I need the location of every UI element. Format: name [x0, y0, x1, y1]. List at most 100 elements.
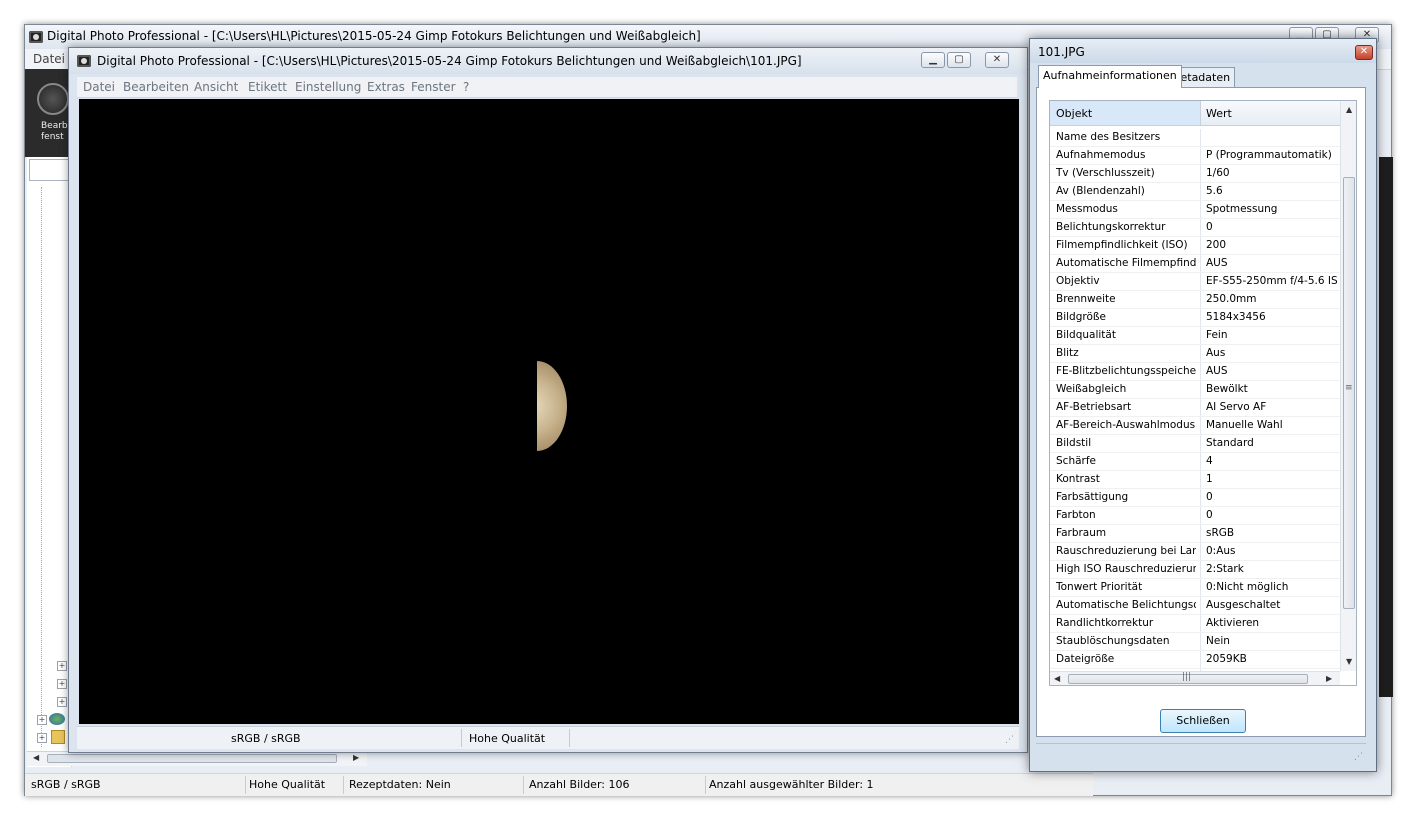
- table-row[interactable]: Aufnahmemodus P (Programmautomatik): [1050, 147, 1340, 165]
- menu-bearbeiten[interactable]: Bearbeiten: [123, 80, 189, 94]
- moon-image: [537, 361, 567, 451]
- menu-help[interactable]: ?: [463, 80, 469, 94]
- close-button[interactable]: ✕: [985, 52, 1009, 68]
- scroll-thumb[interactable]: [1343, 177, 1355, 609]
- image-window: Digital Photo Professional - [C:\Users\H…: [68, 47, 1028, 753]
- cell-divider: [1200, 237, 1201, 254]
- row-object: Belichtungskorrektur: [1056, 221, 1166, 233]
- table-row[interactable]: Farbraum sRGB: [1050, 525, 1340, 543]
- close-x-icon[interactable]: ✕: [1355, 45, 1373, 60]
- tab-aufnahmeinformationen[interactable]: Aufnahmeinformationen: [1038, 65, 1182, 88]
- row-value: AUS: [1206, 365, 1228, 377]
- table-row[interactable]: Farbsättigung 0: [1050, 489, 1340, 507]
- table-row[interactable]: Av (Blendenzahl) 5.6: [1050, 183, 1340, 201]
- row-value: P (Programmautomatik): [1206, 149, 1332, 161]
- cell-divider: [1200, 183, 1201, 200]
- menu-fenster[interactable]: Fenster: [411, 80, 456, 94]
- table-row[interactable]: Automatische Belichtungso... Ausgeschalte…: [1050, 597, 1340, 615]
- arrow-right-icon[interactable]: ▶: [353, 753, 359, 762]
- table-row[interactable]: Kontrast 1: [1050, 471, 1340, 489]
- close-button[interactable]: Schließen: [1160, 709, 1246, 733]
- scroll-thumb[interactable]: [47, 754, 337, 763]
- table-row[interactable]: Belichtungskorrektur 0: [1050, 219, 1340, 237]
- menu-etikett[interactable]: Etikett: [248, 80, 287, 94]
- expand-icon[interactable]: +: [57, 661, 67, 671]
- grid-hscrollbar[interactable]: ◀ ||| ▶: [1050, 671, 1340, 685]
- table-row[interactable]: Bildqualität Fein: [1050, 327, 1340, 345]
- arrow-left-icon[interactable]: ◀: [1054, 674, 1060, 683]
- table-row[interactable]: Blitz Aus: [1050, 345, 1340, 363]
- folder-tree[interactable]: [27, 157, 72, 767]
- row-value: 0: [1206, 509, 1213, 521]
- status-separator: [569, 729, 570, 747]
- menu-extras[interactable]: Extras: [367, 80, 405, 94]
- table-row[interactable]: AF-Betriebsart AI Servo AF: [1050, 399, 1340, 417]
- row-value: sRGB: [1206, 527, 1235, 539]
- cell-divider: [1200, 255, 1201, 272]
- table-row[interactable]: Weißabgleich Bewölkt: [1050, 381, 1340, 399]
- row-value: Standard: [1206, 437, 1254, 449]
- row-object: Filmempfindlichkeit (ISO): [1056, 239, 1188, 251]
- row-value: Fein: [1206, 329, 1228, 341]
- table-row[interactable]: Messmodus Spotmessung: [1050, 201, 1340, 219]
- table-row[interactable]: Filmempfindlichkeit (ISO) 200: [1050, 237, 1340, 255]
- arrow-left-icon[interactable]: ◀: [33, 753, 39, 762]
- table-row[interactable]: Staublöschungsdaten Nein: [1050, 633, 1340, 651]
- table-row[interactable]: Rauschreduzierung bei Lan... 0:Aus: [1050, 543, 1340, 561]
- exif-grid[interactable]: Objekt Wert Name des Besitzers Aufnahmemo…: [1049, 100, 1357, 686]
- table-row[interactable]: Bildstil Standard: [1050, 435, 1340, 453]
- minimize-button[interactable]: ▁: [921, 52, 945, 68]
- maximize-button[interactable]: ▢: [947, 52, 971, 68]
- table-row[interactable]: High ISO Rauschreduzierung 2:Stark: [1050, 561, 1340, 579]
- row-object: Brennweite: [1056, 293, 1116, 305]
- cell-divider: [1200, 381, 1201, 398]
- table-row[interactable]: Dateigröße 2059KB: [1050, 651, 1340, 669]
- expand-icon[interactable]: +: [37, 715, 47, 725]
- table-row[interactable]: Name des Besitzers: [1050, 129, 1340, 147]
- expand-icon[interactable]: +: [37, 733, 47, 743]
- cell-divider: [1200, 363, 1201, 380]
- table-row[interactable]: Tv (Verschlusszeit) 1/60: [1050, 165, 1340, 183]
- menu-datei[interactable]: Datei: [83, 80, 115, 94]
- expand-icon[interactable]: +: [57, 679, 67, 689]
- image-status-quality: Hohe Qualität: [469, 732, 546, 745]
- row-value: 0: [1206, 491, 1213, 503]
- table-row[interactable]: Randlichtkorrektur Aktivieren: [1050, 615, 1340, 633]
- table-row[interactable]: Brennweite 250.0mm: [1050, 291, 1340, 309]
- table-row[interactable]: Schärfe 4: [1050, 453, 1340, 471]
- main-statusbar: sRGB / sRGB Hohe Qualität Rezeptdaten: N…: [25, 773, 1093, 796]
- resize-grip-icon[interactable]: ⋰: [1354, 752, 1363, 762]
- tree-hscrollbar[interactable]: ◀ ▶: [27, 751, 367, 766]
- row-value: 2:Stark: [1206, 563, 1244, 575]
- arrow-down-icon[interactable]: ▼: [1346, 657, 1352, 666]
- row-object: Staublöschungsdaten: [1056, 635, 1170, 647]
- status-separator: [343, 776, 344, 794]
- table-row[interactable]: AF-Bereich-Auswahlmodus Manuelle Wahl: [1050, 417, 1340, 435]
- table-row[interactable]: Automatische Filmempfindli... AUS: [1050, 255, 1340, 273]
- menu-datei[interactable]: Datei: [33, 52, 65, 66]
- table-row[interactable]: FE-Blitzbelichtungsspeicher... AUS: [1050, 363, 1340, 381]
- column-header-value[interactable]: Wert: [1206, 107, 1232, 120]
- expand-icon[interactable]: +: [57, 697, 67, 707]
- image-menubar: Datei Bearbeiten Ansicht Etikett Einstel…: [77, 77, 1017, 98]
- grid-vscrollbar[interactable]: ▲ ≡ ▼: [1340, 101, 1356, 671]
- image-canvas[interactable]: [79, 99, 1019, 724]
- menu-ansicht[interactable]: Ansicht: [194, 80, 238, 94]
- status-selected-count: Anzahl ausgewählter Bilder: 1: [709, 778, 874, 791]
- cell-divider: [1200, 417, 1201, 434]
- column-header-object[interactable]: Objekt: [1056, 107, 1092, 120]
- resize-grip-icon[interactable]: ⋰: [1005, 735, 1014, 745]
- folder-search-input[interactable]: [29, 159, 69, 181]
- cell-divider: [1200, 471, 1201, 488]
- row-value: 1: [1206, 473, 1213, 485]
- status-separator: [705, 776, 706, 794]
- arrow-up-icon[interactable]: ▲: [1346, 105, 1352, 114]
- table-row[interactable]: Objektiv EF-S55-250mm f/4-5.6 IS II: [1050, 273, 1340, 291]
- table-row[interactable]: Bildgröße 5184x3456: [1050, 309, 1340, 327]
- main-toolbar: Bearbe fenst: [25, 69, 71, 157]
- arrow-right-icon[interactable]: ▶: [1326, 674, 1332, 683]
- edit-window-button[interactable]: [37, 83, 69, 115]
- menu-einstellung[interactable]: Einstellung: [295, 80, 361, 94]
- table-row[interactable]: Tonwert Priorität 0:Nicht möglich: [1050, 579, 1340, 597]
- table-row[interactable]: Farbton 0: [1050, 507, 1340, 525]
